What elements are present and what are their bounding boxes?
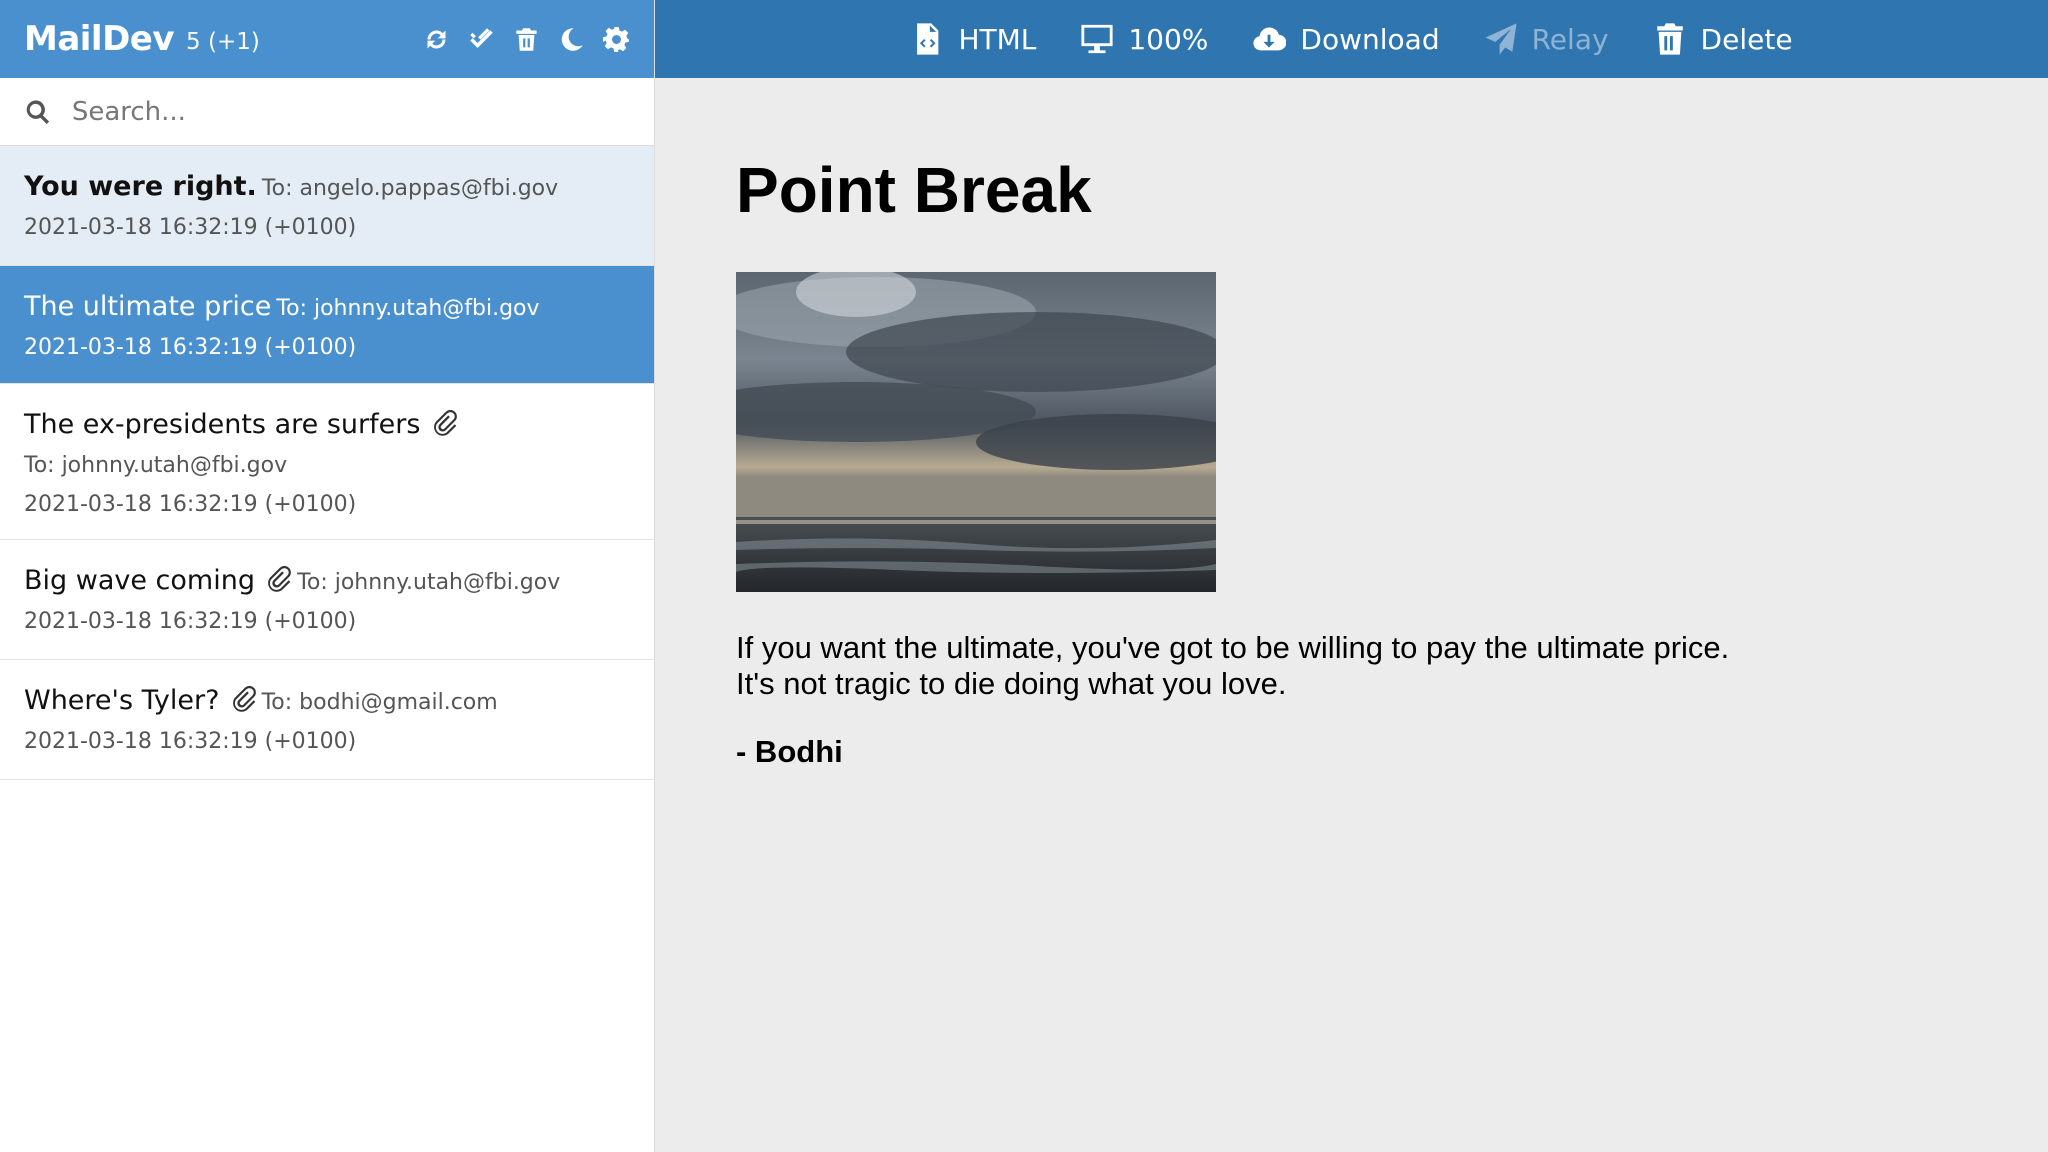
zoom-label: 100%: [1128, 22, 1209, 56]
email-list-item[interactable]: The ultimate price To: johnny.utah@fbi.g…: [0, 266, 654, 384]
delete-label: Delete: [1700, 22, 1793, 56]
email-subject: Big wave coming: [24, 565, 255, 596]
sidebar-toolbar: [423, 26, 630, 53]
message-line-2: It's not tragic to die doing what you lo…: [736, 666, 1287, 701]
download-button[interactable]: Download: [1252, 22, 1440, 56]
cloud-download-icon: [1253, 27, 1287, 51]
email-list-item[interactable]: Where's Tyler? To: bodhi@gmail.com 2021-…: [0, 660, 654, 780]
email-subject: The ultimate price: [24, 291, 272, 322]
relay-label: Relay: [1531, 22, 1609, 56]
moon-icon[interactable]: [558, 26, 585, 53]
download-label: Download: [1300, 22, 1440, 56]
app-title: MailDev: [24, 19, 175, 59]
zoom-button[interactable]: 100%: [1080, 22, 1208, 56]
message-body: Point Break If you want the ultimate, yo…: [736, 78, 1936, 770]
message-line-1: If you want the ultimate, you've got to …: [736, 630, 1730, 665]
paperclip-icon: [231, 685, 257, 712]
email-subject: You were right.: [24, 171, 257, 202]
monitor-icon: [1081, 24, 1113, 54]
refresh-icon[interactable]: [423, 26, 450, 53]
trash-icon[interactable]: [513, 26, 540, 53]
email-recipient: To: johnny.utah@fbi.gov: [276, 296, 540, 321]
email-date: 2021-03-18 16:32:19 (+0100): [24, 609, 357, 634]
message-heading: Point Break: [736, 154, 1092, 226]
delete-button[interactable]: Delete: [1653, 22, 1793, 56]
html-source-button[interactable]: HTML: [910, 22, 1036, 56]
paperclip-icon: [432, 409, 458, 436]
paper-plane-icon: [1485, 23, 1517, 55]
email-recipient: To: bodhi@gmail.com: [261, 690, 498, 715]
gear-icon[interactable]: [603, 26, 630, 53]
paperclip-icon: [266, 565, 292, 592]
email-date: 2021-03-18 16:32:19 (+0100): [24, 215, 357, 240]
email-subject: Where's Tyler?: [24, 685, 220, 716]
search-icon: [26, 99, 50, 124]
email-list-item[interactable]: Big wave coming To: johnny.utah@fbi.gov …: [0, 540, 654, 660]
email-recipient: To: angelo.pappas@fbi.gov: [261, 176, 559, 201]
email-date: 2021-03-18 16:32:19 (+0100): [24, 335, 357, 360]
sidebar: MailDev 5 (+1) You were right.: [0, 0, 655, 1152]
search-bar: [0, 78, 654, 146]
relay-button[interactable]: Relay: [1484, 22, 1609, 56]
email-count: 5 (+1): [186, 29, 260, 55]
html-label: HTML: [958, 22, 1037, 56]
seascape-image: [736, 272, 1216, 592]
sidebar-header: MailDev 5 (+1): [0, 0, 654, 78]
email-recipient: To: johnny.utah@fbi.gov: [297, 570, 561, 595]
email-recipient: To: johnny.utah@fbi.gov: [24, 453, 288, 478]
email-date: 2021-03-18 16:32:19 (+0100): [24, 492, 357, 517]
message-signature: - Bodhi: [736, 734, 843, 769]
email-date: 2021-03-18 16:32:19 (+0100): [24, 729, 357, 754]
email-list-item[interactable]: The ex-presidents are surfers To: johnny…: [0, 384, 654, 540]
email-list-item[interactable]: You were right. To: angelo.pappas@fbi.go…: [0, 146, 654, 266]
code-file-icon: [917, 23, 939, 55]
mark-read-icon[interactable]: [468, 26, 495, 53]
message-toolbar: HTML 100% Download Relay Delete: [655, 0, 2048, 78]
search-input[interactable]: [69, 95, 630, 128]
email-subject: The ex-presidents are surfers: [24, 409, 421, 440]
trash-icon: [1656, 23, 1683, 55]
